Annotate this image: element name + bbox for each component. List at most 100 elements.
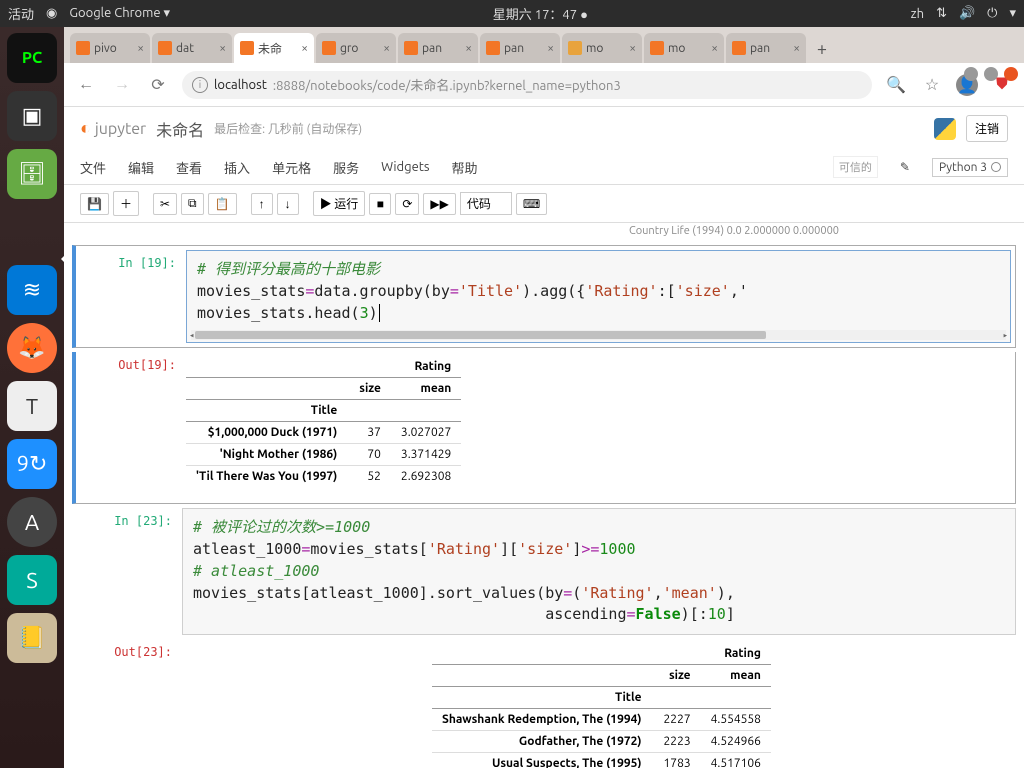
paste-icon[interactable]: 📋 [208,193,237,215]
jupyter-page: ◐jupyter 未命名 最后检查: 几秒前 (自动保存) 注销 文件 编辑 查… [64,107,1024,768]
dock-wps[interactable]: 9↻ [7,439,57,489]
celltype-select[interactable]: 代码 [460,192,512,215]
menu-insert[interactable]: 插入 [224,158,250,177]
power-icon[interactable]: ⏻ [987,6,997,21]
active-app-label[interactable]: Google Chrome ▾ [69,6,170,21]
out-prompt: Out[23]: [72,639,182,768]
nav-forward-icon[interactable]: → [110,75,134,94]
code-editor[interactable]: # 被评论过的次数>=1000 atleast_1000=movies_stat… [182,508,1016,635]
menu-cell[interactable]: 单元格 [272,158,311,177]
menu-kernel[interactable]: 服务 [333,158,359,177]
volume-icon[interactable]: 🔊 [959,6,975,21]
jupyter-favicon-icon [76,41,90,55]
scroll-right-icon[interactable]: ▸ [1003,330,1008,343]
dock: PC ▣ 🗄 ≋ 🦊 T 9↻ A S 📒 [0,27,64,768]
jupyter-logo[interactable]: ◐jupyter [80,118,146,139]
scroll-thumb[interactable] [195,331,766,339]
tab-close-icon[interactable]: × [137,42,144,55]
dock-pycharm[interactable]: PC [7,33,57,83]
save-icon[interactable]: 💾 [80,193,109,215]
dock-vscode[interactable]: ≋ [7,265,57,315]
dock-firefox[interactable]: 🦊 [7,323,57,373]
code-cell-19[interactable]: In [19]: # 得到评分最高的十部电影 movies_stats=data… [72,245,1016,348]
tab-4[interactable]: pan× [398,33,478,63]
nav-reload-icon[interactable]: ⟳ [146,75,170,94]
toolbar: 💾 ＋ ✂ ⧉ 📋 ↑ ↓ ▶ 运行 ■ ⟳ ▶▶ 代码 ⌨ [64,185,1024,223]
dock-spreadsheet[interactable]: S [7,555,57,605]
menu-view[interactable]: 查看 [176,158,202,177]
tab-close-icon[interactable]: × [793,42,800,55]
jupyter-header: ◐jupyter 未命名 最后检查: 几秒前 (自动保存) 注销 [64,107,1024,150]
clock-label[interactable]: 星期六 17：47 ● [493,8,588,22]
window-maximize[interactable] [984,67,998,81]
tab-8[interactable]: pan× [726,33,806,63]
move-up-icon[interactable]: ↑ [251,193,273,215]
logout-button[interactable]: 注销 [966,115,1008,142]
cut-icon[interactable]: ✂ [153,193,177,215]
new-tab-button[interactable]: + [808,35,836,63]
dock-text[interactable]: T [7,381,57,431]
menu-widgets[interactable]: Widgets [381,160,429,174]
table-row: 'Night Mother (1986)703.371429 [186,444,461,466]
dock-apps-grid[interactable] [7,671,57,721]
notebook-title[interactable]: 未命名 [156,117,204,141]
activities-button[interactable]: 活动 [8,4,34,23]
trusted-badge[interactable]: 可信的 [833,156,878,178]
site-info-icon[interactable]: i [192,77,208,93]
kernel-indicator[interactable]: Python 3 [932,158,1008,177]
menu-help[interactable]: 帮助 [452,158,478,177]
jupyter-favicon-icon [322,41,336,55]
tab-0[interactable]: pivo × [70,33,150,63]
table-row: Shawshank Redemption, The (1994)22274.55… [432,709,771,731]
fastforward-icon[interactable]: ▶▶ [423,193,455,215]
add-cell-icon[interactable]: ＋ [113,191,139,216]
tab-3[interactable]: gro× [316,33,396,63]
table-row: Usual Suspects, The (1995)17834.517106 [432,753,771,768]
tab-close-icon[interactable]: × [383,42,390,55]
scroll-left-icon[interactable]: ◂ [189,330,194,343]
bookmark-star-icon[interactable]: ☆ [920,75,944,94]
tab-2-active[interactable]: 未命× [234,33,314,63]
restart-icon[interactable]: ⟳ [395,193,419,215]
command-palette-icon[interactable]: ⌨ [516,193,547,215]
tab-close-icon[interactable]: × [465,42,472,55]
tab-close-icon[interactable]: × [219,42,226,55]
tab-label: pivo [94,42,133,55]
menu-edit[interactable]: 编辑 [128,158,154,177]
tab-7[interactable]: mo× [644,33,724,63]
menu-caret-icon[interactable]: ▾ [1009,6,1016,21]
window-close[interactable] [1004,67,1018,81]
tab-close-icon[interactable]: × [301,42,308,55]
horizontal-scrollbar[interactable]: ◂▸ [191,330,1006,340]
tab-6[interactable]: mo× [562,33,642,63]
dock-files[interactable]: 🗄 [7,149,57,199]
col-rating: Rating [349,356,461,378]
code-editor[interactable]: # 得到评分最高的十部电影 movies_stats=data.groupby(… [186,250,1011,343]
tab-close-icon[interactable]: × [711,42,718,55]
in-prompt: In [19]: [76,250,186,343]
checkpoint-label: 最后检查: 几秒前 (自动保存) [214,120,362,137]
nav-back-icon[interactable]: ← [74,75,98,94]
copy-icon[interactable]: ⧉ [181,193,204,215]
stop-icon[interactable]: ■ [369,193,391,215]
menu-file[interactable]: 文件 [80,158,106,177]
kernel-idle-icon [991,162,1001,172]
move-down-icon[interactable]: ↓ [277,193,299,215]
dock-notes[interactable]: 📒 [7,613,57,663]
tab-5[interactable]: pan× [480,33,560,63]
tab-close-icon[interactable]: × [629,42,636,55]
network-icon[interactable]: ⇅ [936,6,947,21]
code-cell-23[interactable]: In [23]: # 被评论过的次数>=1000 atleast_1000=mo… [72,508,1016,635]
input-method-label[interactable]: zh [911,7,924,21]
dock-updates[interactable]: A [7,497,57,547]
tab-1[interactable]: dat× [152,33,232,63]
jupyter-favicon-icon [158,41,172,55]
dock-terminal[interactable]: ▣ [7,91,57,141]
window-minimize[interactable] [964,67,978,81]
search-icon[interactable]: 🔍 [884,75,908,94]
edit-mode-icon[interactable]: ✎ [900,160,910,174]
tab-close-icon[interactable]: × [547,42,554,55]
jupyter-brand: jupyter [95,120,146,138]
omnibox[interactable]: i localhost:8888/notebooks/code/未命名.ipyn… [182,71,872,99]
run-button[interactable]: ▶ 运行 [313,191,366,216]
